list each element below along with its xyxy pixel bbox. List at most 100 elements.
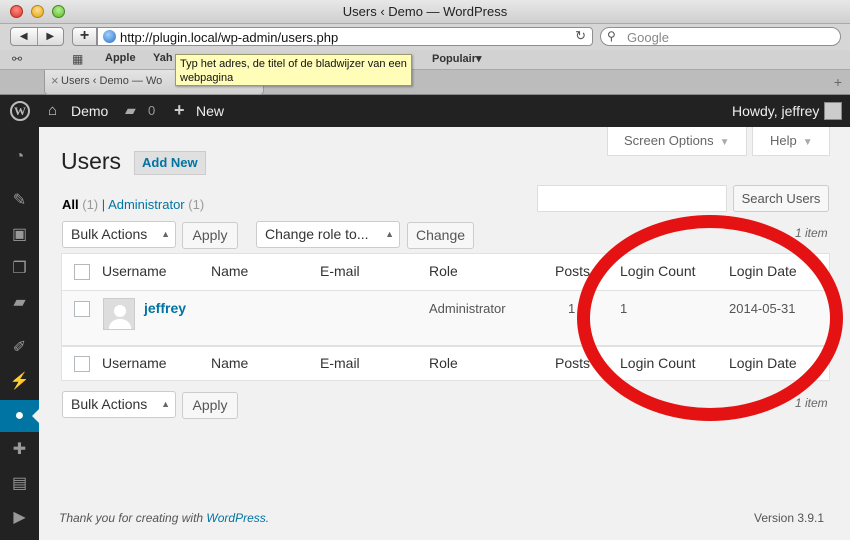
posts-pin-icon[interactable]: ✎	[0, 185, 39, 217]
footer-thanks-text: Thank you for creating with	[59, 511, 204, 525]
appearance-brush-icon[interactable]: ✐	[0, 332, 39, 364]
column-role-footer: Role	[429, 355, 458, 371]
role-filter-links: All (1) | Administrator (1)	[62, 197, 204, 212]
footer-wordpress-link[interactable]: WordPress.	[206, 511, 269, 525]
help-button[interactable]: Help ▼	[752, 127, 830, 156]
add-new-user-button[interactable]: Add New	[134, 151, 206, 175]
home-icon[interactable]: ⌂	[48, 102, 57, 119]
item-count-top: 1 item	[795, 226, 828, 240]
bookmark-apple[interactable]: Apple	[105, 52, 136, 64]
tools-wrench-icon[interactable]: ✚	[0, 434, 39, 466]
column-email-footer[interactable]: E-mail	[320, 355, 360, 371]
change-role-button[interactable]: Change	[407, 222, 474, 249]
admin-avatar[interactable]	[824, 102, 842, 120]
media-icon[interactable]: ▣	[0, 219, 39, 251]
help-caret-icon: ▼	[802, 137, 813, 148]
filter-administrator-count: (1)	[188, 197, 205, 212]
browser-toolbar: ◀ ▶ + http://plugin.local/wp-admin/users…	[0, 24, 850, 50]
nav-buttons: ◀ ▶	[10, 27, 64, 46]
search-icon: ⚲	[607, 29, 616, 43]
item-count-bottom: 1 item	[795, 396, 828, 410]
new-tab-icon[interactable]: +	[834, 74, 842, 90]
add-bookmark-button[interactable]: +	[72, 27, 97, 46]
reload-icon[interactable]: ↻	[575, 28, 586, 44]
new-content-link[interactable]: New	[196, 103, 224, 119]
bulk-actions-select-top[interactable]: Bulk Actions ▲	[62, 221, 176, 248]
window-titlebar: Users ‹ Demo — WordPress	[0, 0, 850, 24]
admin-sidebar: ◔ ✎ ▣ ❐ ▰ ✐ ⚡ ● ✚ ▤ ▶	[0, 127, 39, 540]
comments-icon[interactable]: ▰	[0, 287, 39, 319]
filter-all-link[interactable]: All	[62, 197, 79, 212]
address-bar[interactable]: http://plugin.local/wp-admin/users.php ↻	[97, 27, 593, 46]
filter-all-count: (1)	[82, 197, 99, 212]
wordpress-logo-icon[interactable]: W	[10, 101, 30, 121]
bulk-actions-value-bottom: Bulk Actions	[71, 396, 148, 412]
comment-count[interactable]: 0	[148, 103, 155, 118]
bulk-actions-value: Bulk Actions	[71, 226, 148, 242]
bookmark-yahoo[interactable]: Yah	[153, 52, 173, 64]
column-posts: Posts	[555, 263, 591, 279]
dashboard-icon[interactable]: ◔	[0, 141, 39, 173]
address-text: http://plugin.local/wp-admin/users.php	[120, 30, 339, 45]
help-label: Help	[770, 133, 797, 148]
change-role-value: Change role to...	[265, 226, 369, 242]
apply-button-top[interactable]: Apply	[182, 222, 238, 249]
search-placeholder: Google	[627, 30, 669, 45]
column-name-footer[interactable]: Name	[211, 355, 248, 371]
row-checkbox[interactable]	[74, 301, 90, 317]
annotation-circle	[577, 215, 843, 421]
footer-thanks: Thank you for creating with WordPress.	[59, 511, 269, 525]
page-title: Users	[61, 148, 122, 174]
tab-bar: × Users ‹ Demo — Wo +	[0, 70, 850, 95]
bulk-actions-select-bottom[interactable]: Bulk Actions ▲	[62, 391, 176, 418]
filter-administrator-link[interactable]: Administrator	[108, 197, 185, 212]
column-name[interactable]: Name	[211, 263, 248, 279]
search-users-button[interactable]: Search Users	[733, 185, 829, 212]
column-username-footer[interactable]: Username	[102, 355, 167, 371]
settings-icon[interactable]: ▤	[0, 468, 39, 500]
select-arrows-icon: ▲	[161, 229, 170, 239]
plugins-icon[interactable]: ⚡	[0, 366, 39, 398]
pages-icon[interactable]: ❐	[0, 253, 39, 285]
back-button[interactable]: ◀	[11, 28, 38, 45]
forward-button[interactable]: ▶	[38, 28, 64, 45]
bookmarks-bar: ⚯ ▦ Apple Yah Populair▾	[0, 50, 850, 70]
site-name-link[interactable]: Demo	[71, 103, 108, 119]
close-tab-icon[interactable]: ×	[51, 73, 59, 88]
address-tooltip: Typ het adres, de titel of de bladwijzer…	[175, 54, 412, 86]
tab-label: Users ‹ Demo — Wo	[61, 75, 163, 87]
globe-icon	[103, 30, 116, 43]
reading-list-icon[interactable]: ⚯	[12, 52, 22, 66]
plus-icon[interactable]: +	[174, 100, 185, 121]
select-all-checkbox[interactable]	[74, 264, 90, 280]
bookmark-popular[interactable]: Populair▾	[432, 52, 482, 65]
window-title: Users ‹ Demo — WordPress	[342, 4, 508, 19]
cell-role: Administrator	[429, 301, 506, 316]
comment-icon[interactable]: ▰	[125, 102, 136, 119]
column-role: Role	[429, 263, 458, 279]
screen-options-caret-icon: ▼	[719, 137, 730, 148]
cell-posts[interactable]: 1	[568, 301, 575, 316]
top-sites-icon[interactable]: ▦	[72, 52, 83, 66]
column-email[interactable]: E-mail	[320, 263, 360, 279]
search-field[interactable]: ⚲ Google	[600, 27, 841, 46]
filter-separator: |	[101, 197, 106, 212]
change-role-select[interactable]: Change role to... ▲	[256, 221, 400, 248]
wp-admin-bar: W ⌂ Demo ▰ 0 + New Howdy, jeffrey	[0, 95, 850, 127]
username-link[interactable]: jeffrey	[144, 300, 186, 316]
column-posts-footer: Posts	[555, 355, 591, 371]
screen-options-label: Screen Options	[624, 133, 714, 148]
footer-version: Version 3.9.1	[754, 511, 825, 525]
users-icon[interactable]: ●	[0, 400, 39, 432]
user-search-input[interactable]	[537, 185, 727, 212]
select-all-checkbox-footer[interactable]	[74, 356, 90, 372]
screen-options-button[interactable]: Screen Options ▼	[607, 127, 747, 156]
apply-button-bottom[interactable]: Apply	[182, 392, 238, 419]
column-username[interactable]: Username	[102, 263, 167, 279]
select-arrows-icon: ▲	[161, 399, 170, 409]
collapse-menu-icon[interactable]: ▶	[0, 502, 39, 534]
select-arrows-icon: ▲	[385, 229, 394, 239]
bookmark-popular-label: Populair	[432, 53, 477, 65]
avatar	[103, 298, 135, 330]
account-greeting[interactable]: Howdy, jeffrey	[732, 103, 819, 119]
